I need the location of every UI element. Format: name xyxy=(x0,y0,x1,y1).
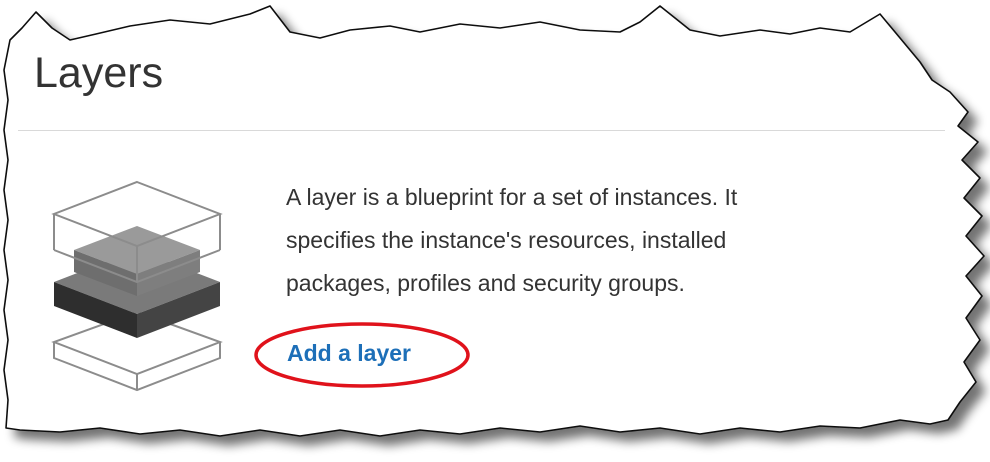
description-line: packages, profiles and security groups. xyxy=(286,270,685,296)
description-line: specifies the instance's resources, inst… xyxy=(286,227,727,253)
page-title: Layers xyxy=(34,49,164,97)
layers-panel: Layers A layer is a blueprint for a set … xyxy=(0,0,990,462)
add-layer-highlight: Add a layer xyxy=(251,318,473,392)
stacked-layers-icon xyxy=(48,178,226,394)
layers-description: A layer is a blueprint for a set of inst… xyxy=(286,176,886,305)
description-line: A layer is a blueprint for a set of inst… xyxy=(286,184,738,210)
header-divider xyxy=(18,130,945,131)
add-layer-link[interactable]: Add a layer xyxy=(287,340,411,367)
